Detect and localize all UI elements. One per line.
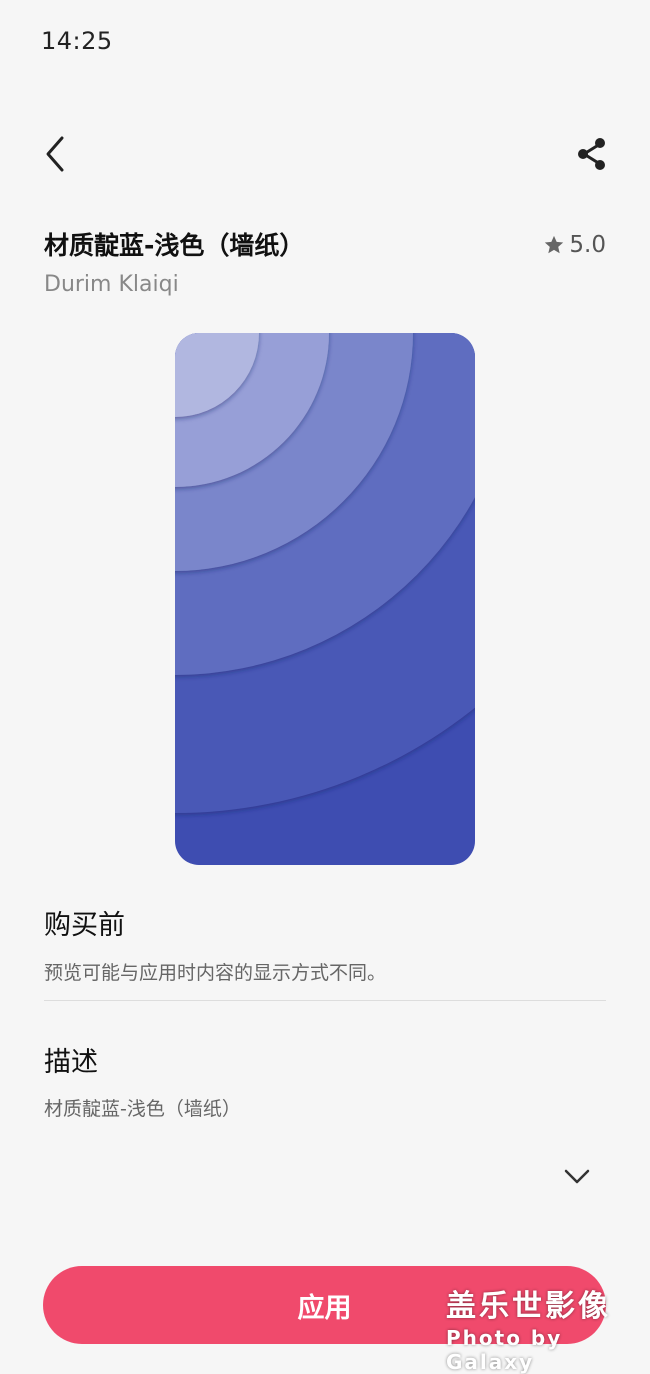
wallpaper-preview[interactable]	[175, 333, 475, 865]
wallpaper-preview-image	[175, 333, 475, 865]
watermark-main: 盖乐世影像	[446, 1289, 611, 1324]
item-title: 材质靛蓝-浅色（墙纸）	[44, 231, 305, 260]
author-link[interactable]: Durim Klaiqi	[44, 272, 179, 297]
star-icon	[545, 235, 564, 254]
description-title: 描述	[44, 1047, 98, 1078]
chevron-left-icon	[46, 136, 64, 172]
watermark: 盖乐世影像 Photo by Galaxy	[446, 1290, 650, 1374]
share-icon	[578, 138, 605, 170]
before-purchase-text: 预览可能与应用时内容的显示方式不同。	[44, 962, 387, 984]
divider	[44, 1000, 606, 1001]
before-purchase-title: 购买前	[44, 910, 125, 941]
description-text: 材质靛蓝-浅色（墙纸）	[44, 1098, 241, 1120]
chevron-down-icon	[564, 1169, 590, 1184]
share-button[interactable]	[568, 130, 616, 178]
status-time: 14:25	[41, 27, 113, 55]
back-button[interactable]	[32, 130, 80, 178]
rating: 5.0	[543, 232, 606, 258]
watermark-sub: Photo by Galaxy	[446, 1326, 563, 1374]
expand-description-button[interactable]	[553, 1153, 601, 1201]
rating-value: 5.0	[569, 232, 606, 258]
